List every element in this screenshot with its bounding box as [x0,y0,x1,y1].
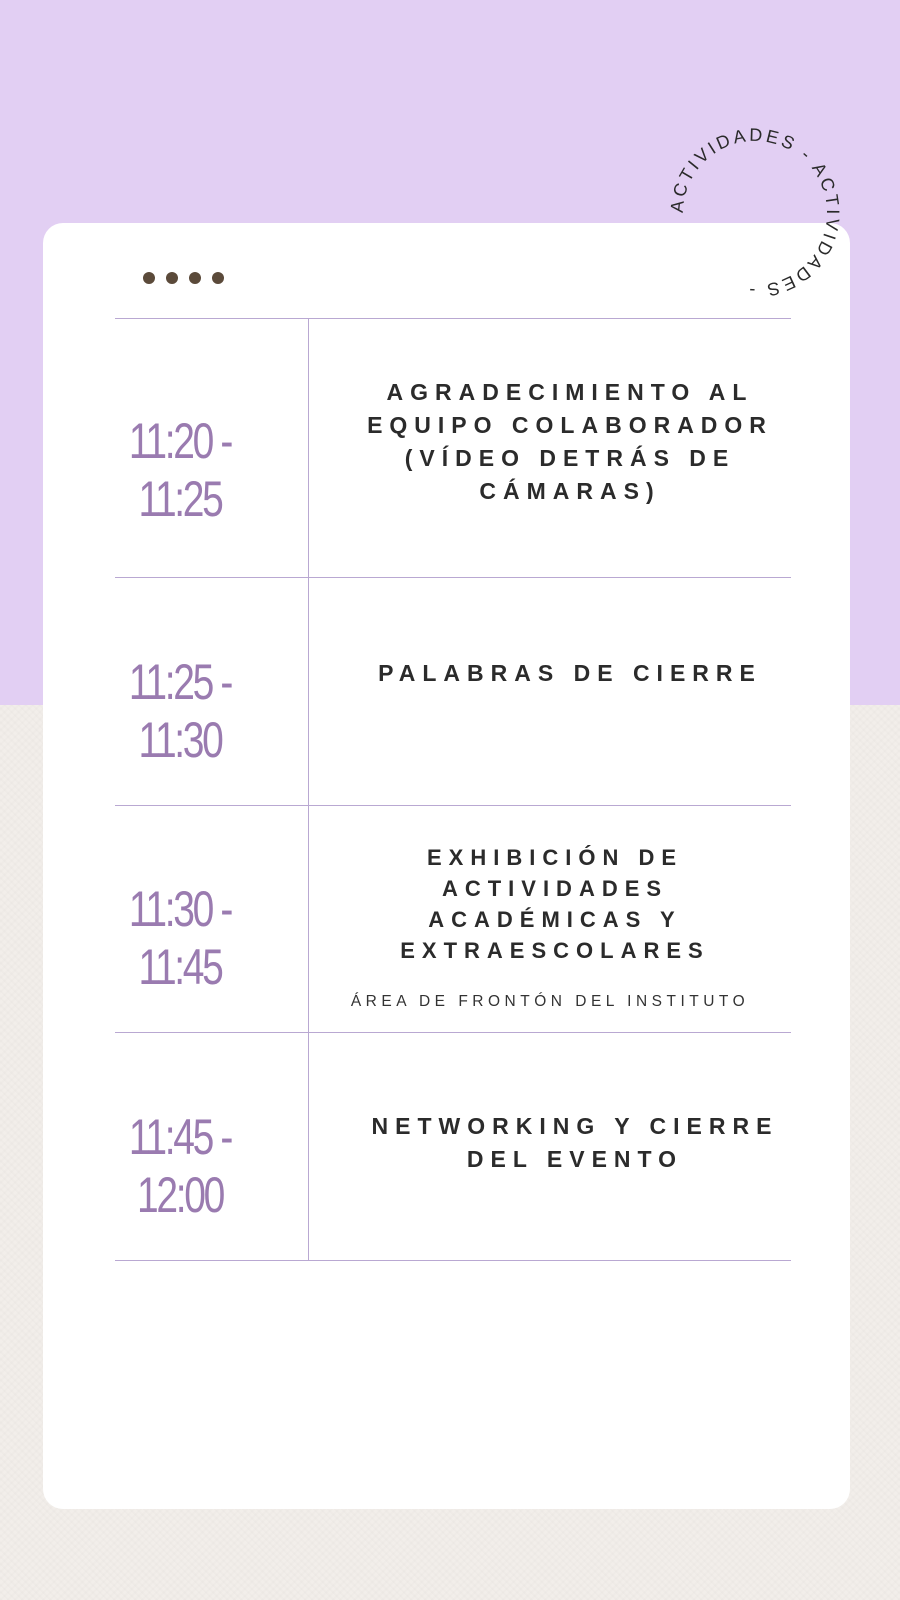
row-divider [115,577,791,578]
schedule-title: AGRADECIMIENTO AL EQUIPO COLABORADOR (VÍ… [367,379,773,504]
schedule-location: ÁREA DE FRONTÓN DEL INSTITUTO [350,993,750,1010]
row-divider [115,1260,791,1261]
badge-text: ACTIVIDADES - ACTIVIDADES - [667,125,843,301]
schedule-title: EXHIBICIÓN DE ACTIVIDADES ACADÉMICAS Y E… [400,845,710,963]
schedule-time: 11:30 - 11:45 [128,881,233,995]
dot-icon [189,272,201,284]
circular-text-svg: ACTIVIDADES - ACTIVIDADES - [667,125,843,301]
row-divider [115,318,791,319]
schedule-time: 11:20 - 11:25 [128,413,233,527]
row-divider [115,1032,791,1033]
schedule-time: 11:45 - 12:00 [128,1109,233,1223]
schedule-title: PALABRAS DE CIERRE [378,660,762,686]
schedule-time: 11:25 - 11:30 [128,654,233,768]
dot-icon [143,272,155,284]
dot-icon [166,272,178,284]
row-divider [115,805,791,806]
schedule-title: NETWORKING Y CIERRE DEL EVENTO [371,1113,779,1172]
dot-icon [212,272,224,284]
window-dots [143,272,224,284]
circular-badge: ACTIVIDADES - ACTIVIDADES - [660,118,850,308]
badge-textpath: ACTIVIDADES - ACTIVIDADES - [667,125,840,301]
column-divider [308,318,309,1261]
